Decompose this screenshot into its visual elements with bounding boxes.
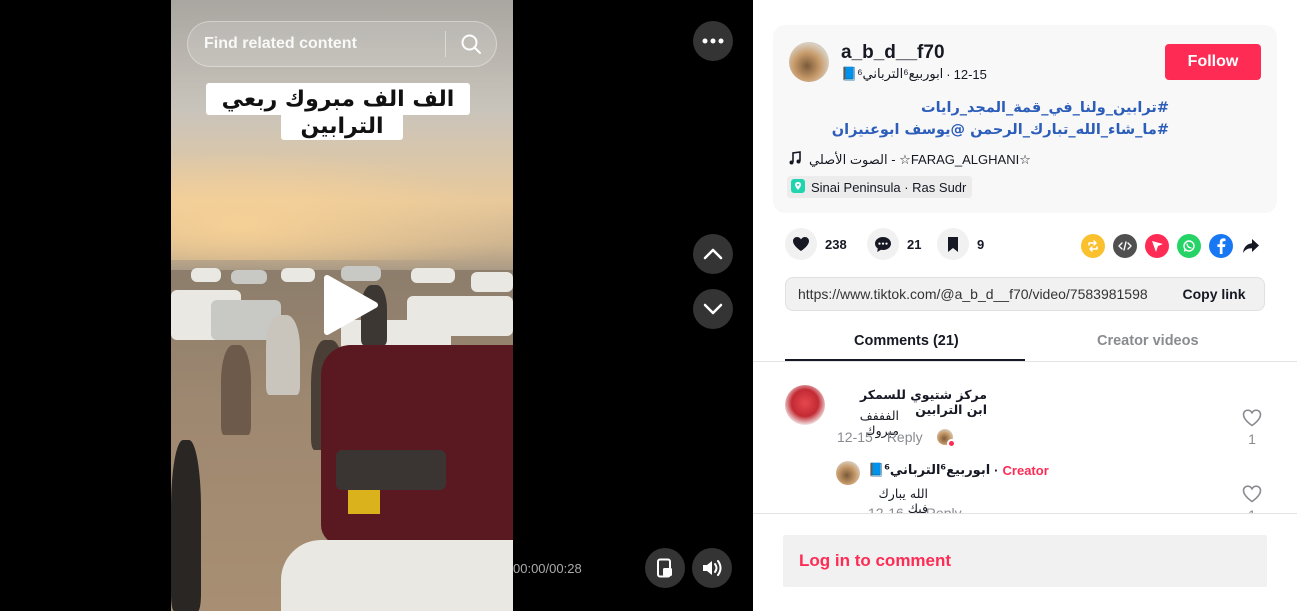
video-caption-line-1: الف الف مبروك ربعي — [206, 83, 470, 115]
car — [231, 270, 267, 284]
car — [411, 268, 455, 283]
log-in-to-comment-button[interactable]: Log in to comment — [783, 535, 1267, 587]
creator-liked-avatar — [936, 429, 956, 448]
embed-icon[interactable] — [1113, 234, 1137, 258]
location-pin-icon — [791, 178, 805, 196]
repost-icon[interactable] — [1081, 234, 1105, 258]
save-action[interactable]: 9 — [937, 228, 984, 260]
tab-comments[interactable]: Comments (21) — [854, 333, 959, 349]
details-panel: a_b_d__f70 ابوربيع⁶الترباني⁶📘 · 12-15 Fo… — [753, 0, 1297, 611]
music-label[interactable]: ☆FARAG_ALGHANI☆ - الصوت الأصلي — [809, 152, 1031, 168]
search-icon[interactable] — [446, 22, 496, 66]
reply-like[interactable]: 1 — [1237, 485, 1267, 513]
video-description-hashtags[interactable]: #ترابين_ولنا_في_قمة_المجد_رايات #ما_شاء_… — [789, 97, 1169, 141]
heart-outline-icon[interactable] — [1242, 485, 1262, 503]
reply-button[interactable]: Reply — [926, 505, 962, 513]
reply-author[interactable]: ابوربيع⁶الترباني⁶📘 — [868, 463, 990, 478]
creator-heart-badge — [946, 439, 956, 448]
author-nickname[interactable]: ابوربيع⁶الترباني⁶📘 — [841, 66, 943, 82]
search-input[interactable] — [188, 22, 445, 66]
person — [221, 345, 251, 435]
sky-glow — [171, 150, 513, 260]
active-tab-underline — [785, 359, 1025, 361]
location-label: Sinai Peninsula · Ras Sudr — [811, 179, 967, 195]
post-date: 12-15 — [953, 66, 987, 82]
person — [266, 315, 300, 395]
next-video-chevron-down-icon[interactable] — [693, 289, 733, 329]
play-icon[interactable] — [313, 270, 383, 340]
action-bar: 238 21 9 — [783, 228, 1273, 262]
comment-meta: 12-15 Reply — [837, 429, 956, 448]
avatar[interactable] — [785, 385, 825, 425]
heart-icon[interactable] — [785, 228, 817, 260]
comment-like-count: 1 — [1248, 431, 1256, 447]
author-username[interactable]: a_b_d__f70 — [841, 42, 945, 64]
music-row[interactable]: ☆FARAG_ALGHANI☆ - الصوت الأصلي — [789, 151, 1031, 168]
author-avatar[interactable] — [789, 42, 829, 82]
avatar[interactable] — [836, 461, 860, 485]
comment-action[interactable]: 21 — [867, 228, 921, 260]
video-url[interactable]: https://www.tiktok.com/@a_b_d__f70/video… — [786, 286, 1164, 302]
car — [321, 345, 513, 545]
copy-link-button[interactable]: Copy link — [1164, 286, 1264, 302]
bookmark-icon[interactable] — [937, 228, 969, 260]
whatsapp-icon[interactable] — [1177, 234, 1201, 258]
follow-button[interactable]: Follow — [1165, 44, 1261, 80]
video-info-card: a_b_d__f70 ابوربيع⁶الترباني⁶📘 · 12-15 Fo… — [773, 25, 1277, 213]
location-chip[interactable]: Sinai Peninsula · Ras Sudr — [787, 176, 973, 198]
save-count: 9 — [977, 236, 985, 252]
facebook-icon[interactable] — [1209, 234, 1233, 258]
reply-date: 12-16 — [868, 505, 904, 513]
music-note-icon — [789, 151, 801, 168]
picture-in-picture-icon[interactable] — [645, 548, 685, 588]
video-caption-line-2: الترابين — [281, 113, 403, 140]
more-options-icon[interactable] — [693, 21, 733, 61]
previous-video-chevron-up-icon[interactable] — [693, 234, 733, 274]
car-grille — [336, 450, 446, 490]
tab-creator-videos[interactable]: Creator videos — [1097, 333, 1199, 349]
license-plate — [348, 490, 380, 514]
comment-count: 21 — [907, 236, 922, 252]
separator-dot: · — [994, 463, 999, 478]
comment-tabs: Comments (21) Creator videos — [753, 322, 1297, 362]
reply-header: ابوربيع⁶الترباني⁶📘 · Creator — [868, 463, 1049, 478]
comment-bubble-icon[interactable] — [867, 228, 899, 260]
creator-badge: Creator — [1002, 463, 1049, 478]
heart-outline-icon[interactable] — [1242, 409, 1262, 427]
like-count: 238 — [825, 236, 847, 252]
comment-list: مركز شتيوي للسمكر ابن الترابين الفففف مب… — [753, 363, 1297, 513]
video-time: 00:00/00:28 — [513, 561, 582, 576]
comment-date: 12-15 — [837, 429, 873, 445]
comment-login-area: Log in to comment — [753, 513, 1297, 611]
share-arrow-icon[interactable] — [1239, 234, 1263, 258]
car — [471, 272, 513, 292]
send-icon[interactable] — [1145, 234, 1169, 258]
person — [171, 440, 201, 611]
car — [281, 540, 513, 611]
tiktok-video-page: الف الف مبروك ربعي الترابين 00:00/00:28 … — [0, 0, 1297, 611]
share-link-box: https://www.tiktok.com/@a_b_d__f70/video… — [785, 277, 1265, 311]
reply-meta: 12-16 Reply — [868, 505, 962, 513]
video-player[interactable]: الف الف مبروك ربعي الترابين 00:00/00:28 — [0, 0, 753, 611]
like-action[interactable]: 238 — [785, 228, 847, 260]
volume-icon[interactable] — [692, 548, 732, 588]
reply-button[interactable]: Reply — [887, 429, 923, 445]
car — [281, 268, 315, 282]
separator-dot: · — [946, 66, 951, 82]
find-related-search[interactable] — [187, 21, 497, 67]
car — [191, 268, 221, 282]
comment-like[interactable]: 1 — [1237, 409, 1267, 447]
author-subline: ابوربيع⁶الترباني⁶📘 · 12-15 — [841, 66, 987, 82]
